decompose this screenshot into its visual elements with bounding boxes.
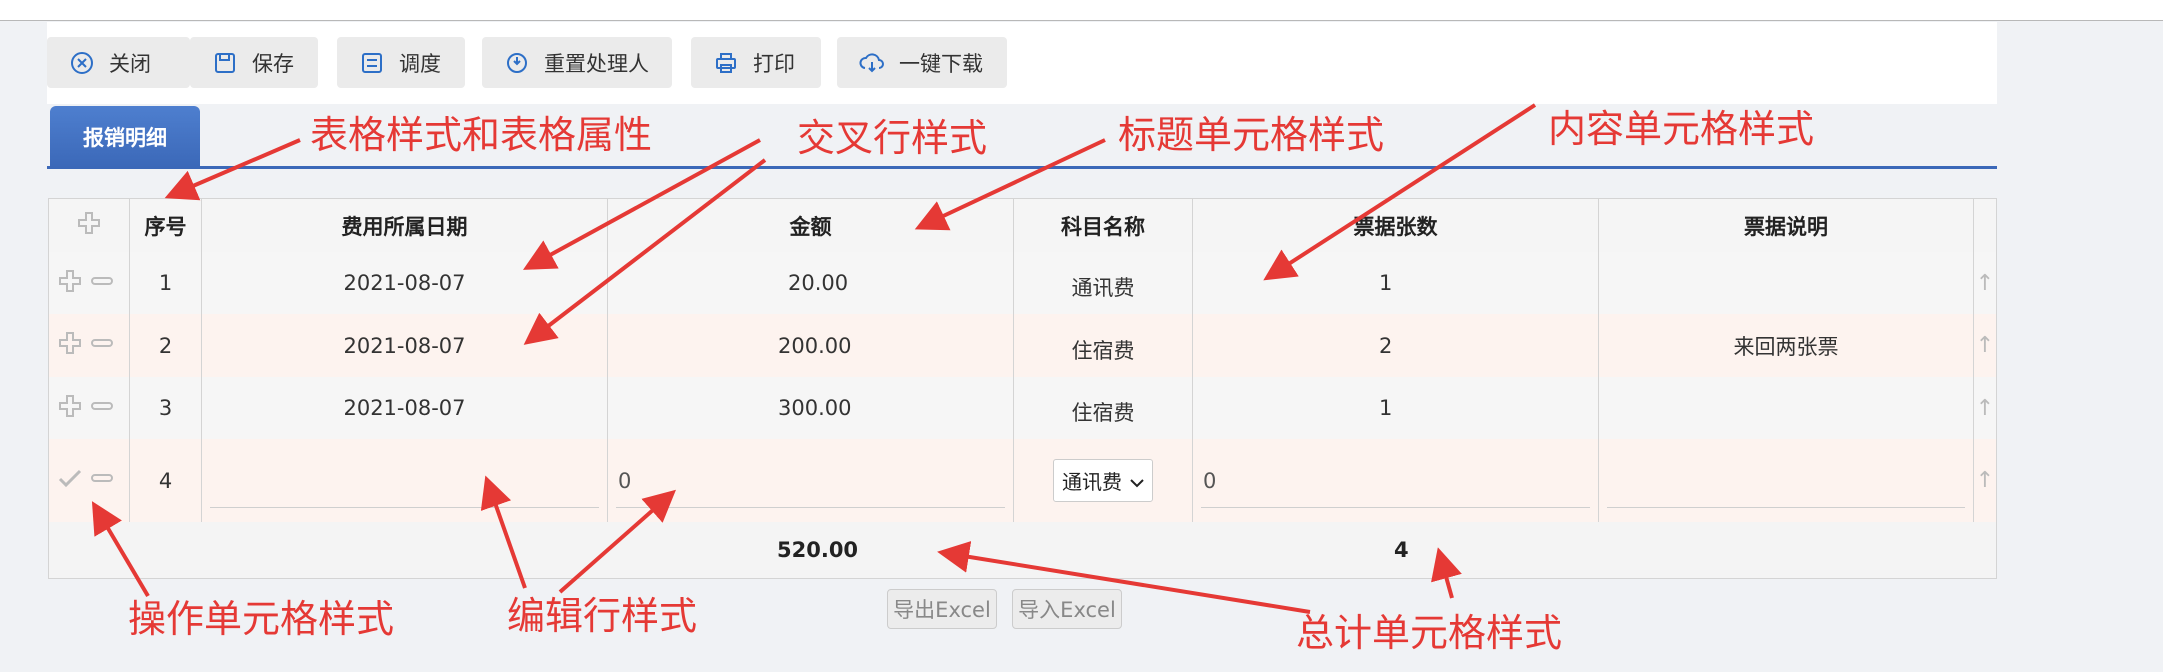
total-amount: 520.00: [777, 538, 859, 562]
count-input[interactable]: 0: [1193, 439, 1599, 522]
cell-seq: 3: [130, 377, 202, 439]
date-input-underline: [210, 507, 599, 508]
cell-amount[interactable]: 300.00: [608, 377, 1014, 439]
annotation-total-cell: 总计单元格样式: [1296, 611, 1563, 655]
header-seq: 序号: [130, 199, 202, 252]
cell-amount[interactable]: 20.00: [608, 252, 1014, 314]
header-subject: 科目名称: [1014, 199, 1193, 252]
save-button[interactable]: 保存: [190, 37, 318, 88]
cell-subject[interactable]: 住宿费: [1014, 377, 1193, 439]
cell-subject[interactable]: 通讯费: [1014, 252, 1193, 314]
chevron-down-icon: [1130, 469, 1144, 493]
dispatch-button[interactable]: 调度: [337, 37, 465, 88]
close-button-label: 关闭: [109, 51, 151, 76]
close-circle-icon: [69, 50, 95, 76]
table-header-row: 序号 费用所属日期 金额 科目名称 票据张数 票据说明: [49, 199, 1996, 253]
reset-handler-button[interactable]: 重置处理人: [482, 37, 672, 88]
reset-icon: [504, 50, 530, 76]
header-date: 费用所属日期: [202, 199, 608, 252]
date-input[interactable]: [202, 439, 608, 522]
header-amount: 金额: [608, 199, 1014, 252]
cell-note[interactable]: [1599, 377, 1974, 439]
table-row: 3 2021-08-07 300.00 住宿费 1 ↑: [49, 377, 1996, 440]
cloud-download-icon: [859, 50, 885, 76]
cell-count[interactable]: 2: [1193, 314, 1599, 377]
note-input[interactable]: [1599, 439, 1974, 522]
annotation-table-style: 表格样式和表格属性: [310, 113, 653, 157]
confirm-check-icon[interactable]: [57, 465, 83, 496]
export-excel-button[interactable]: 导出Excel: [887, 589, 997, 629]
count-input-value: 0: [1203, 468, 1217, 493]
annotation-op-cell: 操作单元格样式: [128, 597, 395, 641]
table-row: 1 2021-08-07 20.00 通讯费 1 ↑: [49, 252, 1996, 315]
import-excel-button[interactable]: 导入Excel: [1012, 589, 1122, 629]
header-add-cell[interactable]: [49, 199, 130, 252]
note-input-underline: [1607, 507, 1965, 508]
dispatch-button-label: 调度: [399, 51, 441, 76]
cell-amount[interactable]: 200.00: [608, 314, 1014, 377]
subject-select-cell: 通讯费: [1014, 439, 1193, 522]
tab-expense-detail[interactable]: 报销明细: [50, 106, 200, 168]
row-op-cell: [49, 377, 130, 439]
window-top: [0, 0, 2163, 20]
amount-input-value: 0: [618, 468, 632, 493]
cell-date[interactable]: 2021-08-07: [202, 377, 608, 439]
download-button-label: 一键下载: [899, 51, 983, 76]
row-sort-handle-icon[interactable]: ↑: [1974, 377, 1996, 439]
subject-select-value: 通讯费: [1062, 470, 1122, 494]
cell-count[interactable]: 1: [1193, 252, 1599, 314]
print-button-label: 打印: [753, 51, 795, 76]
cell-count[interactable]: 1: [1193, 377, 1599, 439]
save-icon: [212, 50, 238, 76]
cell-seq: 1: [130, 252, 202, 314]
row-sort-handle-icon[interactable]: ↑: [1974, 252, 1996, 314]
header-count: 票据张数: [1193, 199, 1599, 252]
table-edit-row: 4 0 通讯费 0 ↑: [49, 439, 1996, 522]
amount-input-underline: [616, 507, 1005, 508]
top-divider: [0, 20, 2163, 21]
close-button[interactable]: 关闭: [47, 37, 190, 88]
row-sort-handle-icon[interactable]: ↑: [1974, 314, 1996, 377]
remove-row-icon[interactable]: [89, 465, 115, 496]
subject-select[interactable]: 通讯费: [1053, 459, 1153, 502]
toolbar: 关闭 保存 调度 重置处理人 打印 一键下载: [47, 22, 1997, 104]
annotation-content-cell: 内容单元格样式: [1548, 107, 1815, 151]
save-button-label: 保存: [252, 51, 294, 76]
table-row: 2 2021-08-07 200.00 住宿费 2 来回两张票 ↑: [49, 314, 1996, 378]
annotation-title-cell: 标题单元格样式: [1118, 113, 1385, 157]
expense-detail-table: 序号 费用所属日期 金额 科目名称 票据张数 票据说明 1 2021-08-07…: [48, 198, 1997, 524]
annotation-edit-row: 编辑行样式: [507, 594, 698, 638]
download-button[interactable]: 一键下载: [837, 37, 1007, 88]
cell-date[interactable]: 2021-08-07: [202, 252, 608, 314]
cell-note[interactable]: 来回两张票: [1599, 314, 1974, 377]
header-scroll: [1974, 199, 1996, 252]
print-button[interactable]: 打印: [691, 37, 821, 88]
total-count: 4: [1394, 538, 1409, 562]
row-op-cell: [49, 252, 130, 314]
add-row-icon[interactable]: [57, 393, 83, 424]
header-note: 票据说明: [1599, 199, 1974, 252]
cell-seq: 2: [130, 314, 202, 377]
printer-icon: [713, 50, 739, 76]
cell-subject[interactable]: 住宿费: [1014, 314, 1193, 377]
annotation-cross-row: 交叉行样式: [797, 116, 988, 160]
cell-note[interactable]: [1599, 252, 1974, 314]
row-sort-handle-icon[interactable]: ↑: [1974, 439, 1996, 522]
remove-row-icon[interactable]: [89, 330, 115, 361]
cell-date[interactable]: 2021-08-07: [202, 314, 608, 377]
row-op-cell: [49, 314, 130, 377]
tab-underline: [47, 166, 1997, 169]
cell-seq: 4: [130, 439, 202, 522]
remove-row-icon[interactable]: [89, 268, 115, 299]
count-input-underline: [1201, 507, 1590, 508]
plus-icon[interactable]: [76, 210, 102, 241]
totals-row: 520.00 4: [48, 522, 1997, 579]
amount-input[interactable]: 0: [608, 439, 1014, 522]
reset-handler-label: 重置处理人: [544, 51, 649, 76]
add-row-icon[interactable]: [57, 268, 83, 299]
row-op-cell: [49, 439, 130, 522]
add-row-icon[interactable]: [57, 330, 83, 361]
sliders-icon: [359, 50, 385, 76]
remove-row-icon[interactable]: [89, 393, 115, 424]
